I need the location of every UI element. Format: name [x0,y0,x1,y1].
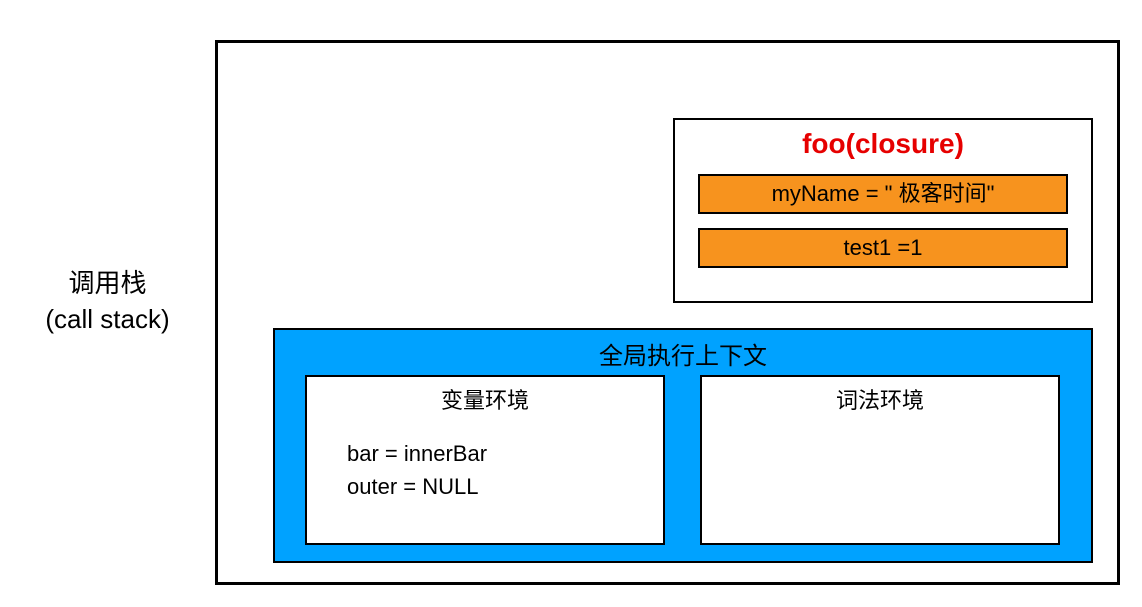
lexical-env-title: 词法环境 [702,383,1058,415]
lexical-environment: 词法环境 [700,375,1060,545]
closure-slot-0: myName = " 极客时间" [698,174,1068,214]
call-stack-label-line2: (call stack) [10,301,205,337]
closure-box: foo(closure) myName = " 极客时间" test1 =1 [673,118,1093,303]
closure-slot-1: test1 =1 [698,228,1068,268]
call-stack-label: 调用栈 (call stack) [10,265,205,338]
variable-environment: 变量环境 bar = innerBar outer = NULL [305,375,665,545]
variable-env-line-1: outer = NULL [347,470,663,503]
global-context-title: 全局执行上下文 [275,336,1091,371]
variable-env-title: 变量环境 [307,383,663,415]
call-stack-box: foo(closure) myName = " 极客时间" test1 =1 全… [215,40,1120,585]
closure-title: foo(closure) [675,128,1091,160]
global-execution-context: 全局执行上下文 变量环境 bar = innerBar outer = NULL… [273,328,1093,563]
variable-env-line-0: bar = innerBar [347,437,663,470]
variable-env-content: bar = innerBar outer = NULL [347,437,663,503]
call-stack-label-line1: 调用栈 [10,265,205,301]
